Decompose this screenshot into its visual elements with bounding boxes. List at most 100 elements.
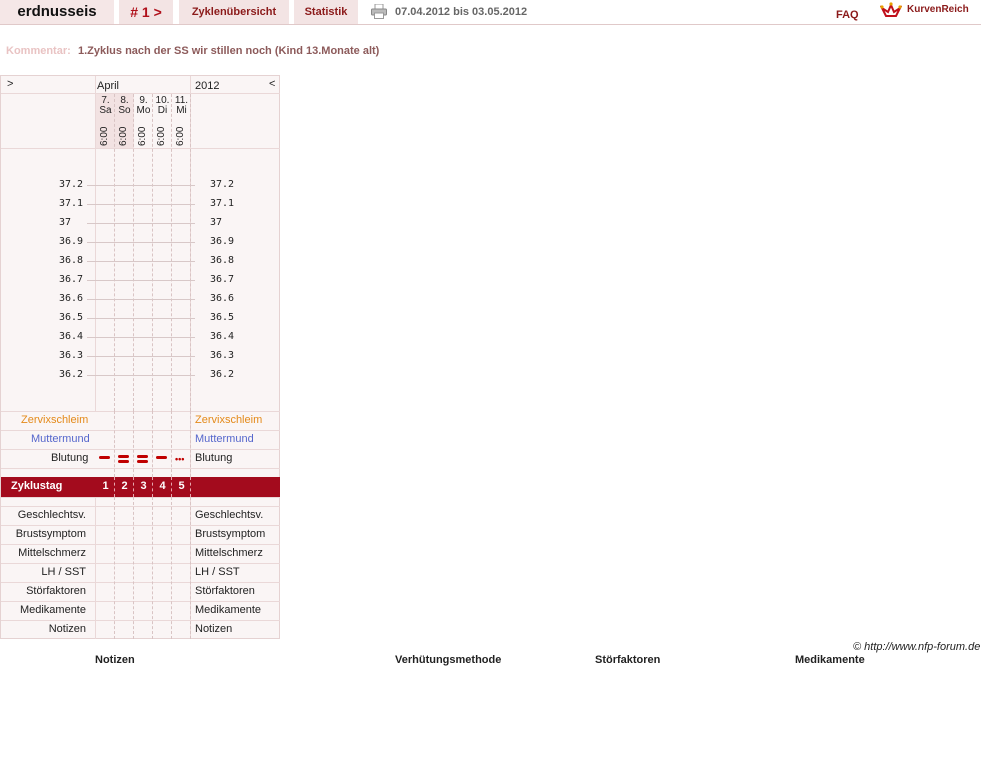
temp-label-left: 37 xyxy=(59,217,72,228)
row-label-right: Notizen xyxy=(195,623,233,635)
temp-label-right: 36.6 xyxy=(210,293,235,304)
day-column-header: 10. Di xyxy=(153,96,172,116)
row-label-left: Geschlechtsv. xyxy=(17,509,86,521)
top-bar: erdnusseis # 1 > Zyklenübersicht Statist… xyxy=(0,0,981,25)
day-time: 6:00 xyxy=(156,126,167,146)
cycle-day-number: 5 xyxy=(178,480,185,492)
day-gridline xyxy=(114,411,115,477)
day-gridline xyxy=(152,497,153,639)
day-gridline xyxy=(171,497,172,639)
day-time: 6:00 xyxy=(137,126,148,146)
temp-gridline xyxy=(87,223,195,224)
row-separator xyxy=(1,430,280,431)
day-column-header: 9. Mo xyxy=(134,96,153,116)
bleeding-mark-medium[interactable] xyxy=(156,456,168,466)
comment-label: Kommentar: xyxy=(6,45,71,57)
temp-label-right: 36.2 xyxy=(210,369,235,380)
day-time: 6:00 xyxy=(175,126,186,146)
temp-gridline xyxy=(87,318,195,319)
printer-icon[interactable] xyxy=(371,4,387,19)
medication-heading: Medikamente xyxy=(795,654,865,666)
day-gridline xyxy=(190,497,191,639)
row-separator xyxy=(1,563,280,564)
day-gridline xyxy=(190,477,191,497)
day-time: 6:00 xyxy=(99,126,110,146)
blutung-label: Blutung xyxy=(51,452,89,464)
row-separator xyxy=(1,468,280,469)
notes-heading: Notizen xyxy=(95,654,135,666)
temp-label-right: 36.5 xyxy=(210,312,235,323)
row-label-right: Störfaktoren xyxy=(195,585,255,597)
day-gridline xyxy=(133,497,134,639)
bleeding-mark-heavy[interactable] xyxy=(118,455,130,465)
faq-link[interactable]: FAQ xyxy=(836,3,859,27)
temp-gridline xyxy=(87,280,195,281)
row-separator xyxy=(1,506,280,507)
temp-label-right: 36.3 xyxy=(210,350,235,361)
kurvenreich-logo[interactable]: KurvenReich xyxy=(880,2,980,22)
comment-text: 1.Zyklus nach der SS wir stillen noch (K… xyxy=(78,45,380,57)
temp-label-right: 36.7 xyxy=(210,274,235,285)
muttermund-label: Muttermund xyxy=(31,433,90,445)
temp-label-left: 37.1 xyxy=(59,198,84,209)
day-gridline xyxy=(152,411,153,477)
chart-prev-nav[interactable]: > xyxy=(7,78,13,90)
bleeding-mark-heavy[interactable] xyxy=(137,455,149,465)
contraception-heading: Verhütungsmethode xyxy=(395,654,502,666)
day-column-header: 8. So xyxy=(115,96,134,116)
cycle-chart: > April 2012 < 7. Sa 6:00 8. So 6:00 9. Mo 6:00 1… xyxy=(0,75,280,639)
temp-label-right: 36.4 xyxy=(210,331,235,342)
temp-gridline xyxy=(87,337,195,338)
temp-label-left: 36.3 xyxy=(59,350,84,361)
row-separator xyxy=(1,620,280,621)
row-separator xyxy=(1,544,280,545)
row-label-left: Medikamente xyxy=(19,604,86,616)
row-separator xyxy=(1,582,280,583)
row-separator xyxy=(1,497,280,498)
temp-gridline xyxy=(87,375,195,376)
temp-gridline xyxy=(87,242,195,243)
temp-label-right: 37 xyxy=(210,217,223,228)
statistics-tab[interactable]: Statistik xyxy=(294,0,358,24)
row-label-right: Medikamente xyxy=(195,604,262,616)
zervixschleim-label-right: Zervixschleim xyxy=(195,414,263,426)
row-label-left: Brustsymptom xyxy=(15,528,86,540)
chart-month: April xyxy=(97,80,120,92)
temp-label-left: 36.6 xyxy=(59,293,84,304)
credit-link[interactable]: © http://www.nfp-forum.de xyxy=(853,641,980,653)
row-separator xyxy=(1,411,280,412)
row-label-left: Mittelschmerz xyxy=(18,547,86,559)
day-weekday: So xyxy=(118,105,131,116)
cycle-number-tab[interactable]: # 1 > xyxy=(119,0,173,24)
day-gridline xyxy=(171,411,172,477)
day-gridline xyxy=(133,411,134,477)
temp-label-left: 36.2 xyxy=(59,369,84,380)
row-separator xyxy=(1,601,280,602)
date-range: 07.04.2012 bis 03.05.2012 xyxy=(395,6,528,18)
temp-label-left: 37.2 xyxy=(59,179,84,190)
temp-gridline xyxy=(87,299,195,300)
temp-label-right: 36.9 xyxy=(210,236,235,247)
username-tab[interactable]: erdnusseis xyxy=(0,0,114,24)
chart-year: 2012 xyxy=(195,80,220,92)
cycle-day-number: 1 xyxy=(102,480,109,492)
day-weekday: Mi xyxy=(176,105,187,116)
day-weekday: Di xyxy=(157,105,168,116)
day-gridline xyxy=(152,94,153,411)
crown-icon xyxy=(880,2,902,17)
cycle-overview-tab[interactable]: Zyklenübersicht xyxy=(179,0,289,24)
row-label-right: Mittelschmerz xyxy=(195,547,263,559)
row-separator xyxy=(1,449,280,450)
cycle-day-number: 2 xyxy=(121,480,128,492)
chart-next-nav[interactable]: < xyxy=(269,78,275,90)
bleeding-mark-spotting[interactable]: ••• xyxy=(175,455,187,466)
bleeding-mark-medium[interactable] xyxy=(99,456,111,466)
temp-label-right: 37.1 xyxy=(210,198,235,209)
row-label-left: Störfaktoren xyxy=(26,585,86,597)
day-time: 6:00 xyxy=(118,126,129,146)
blutung-label-right: Blutung xyxy=(195,452,233,464)
day-column-header: 11. Mi xyxy=(172,96,191,116)
row-label-right: Geschlechtsv. xyxy=(195,509,264,521)
muttermund-label-right: Muttermund xyxy=(195,433,254,445)
temp-label-left: 36.5 xyxy=(59,312,84,323)
